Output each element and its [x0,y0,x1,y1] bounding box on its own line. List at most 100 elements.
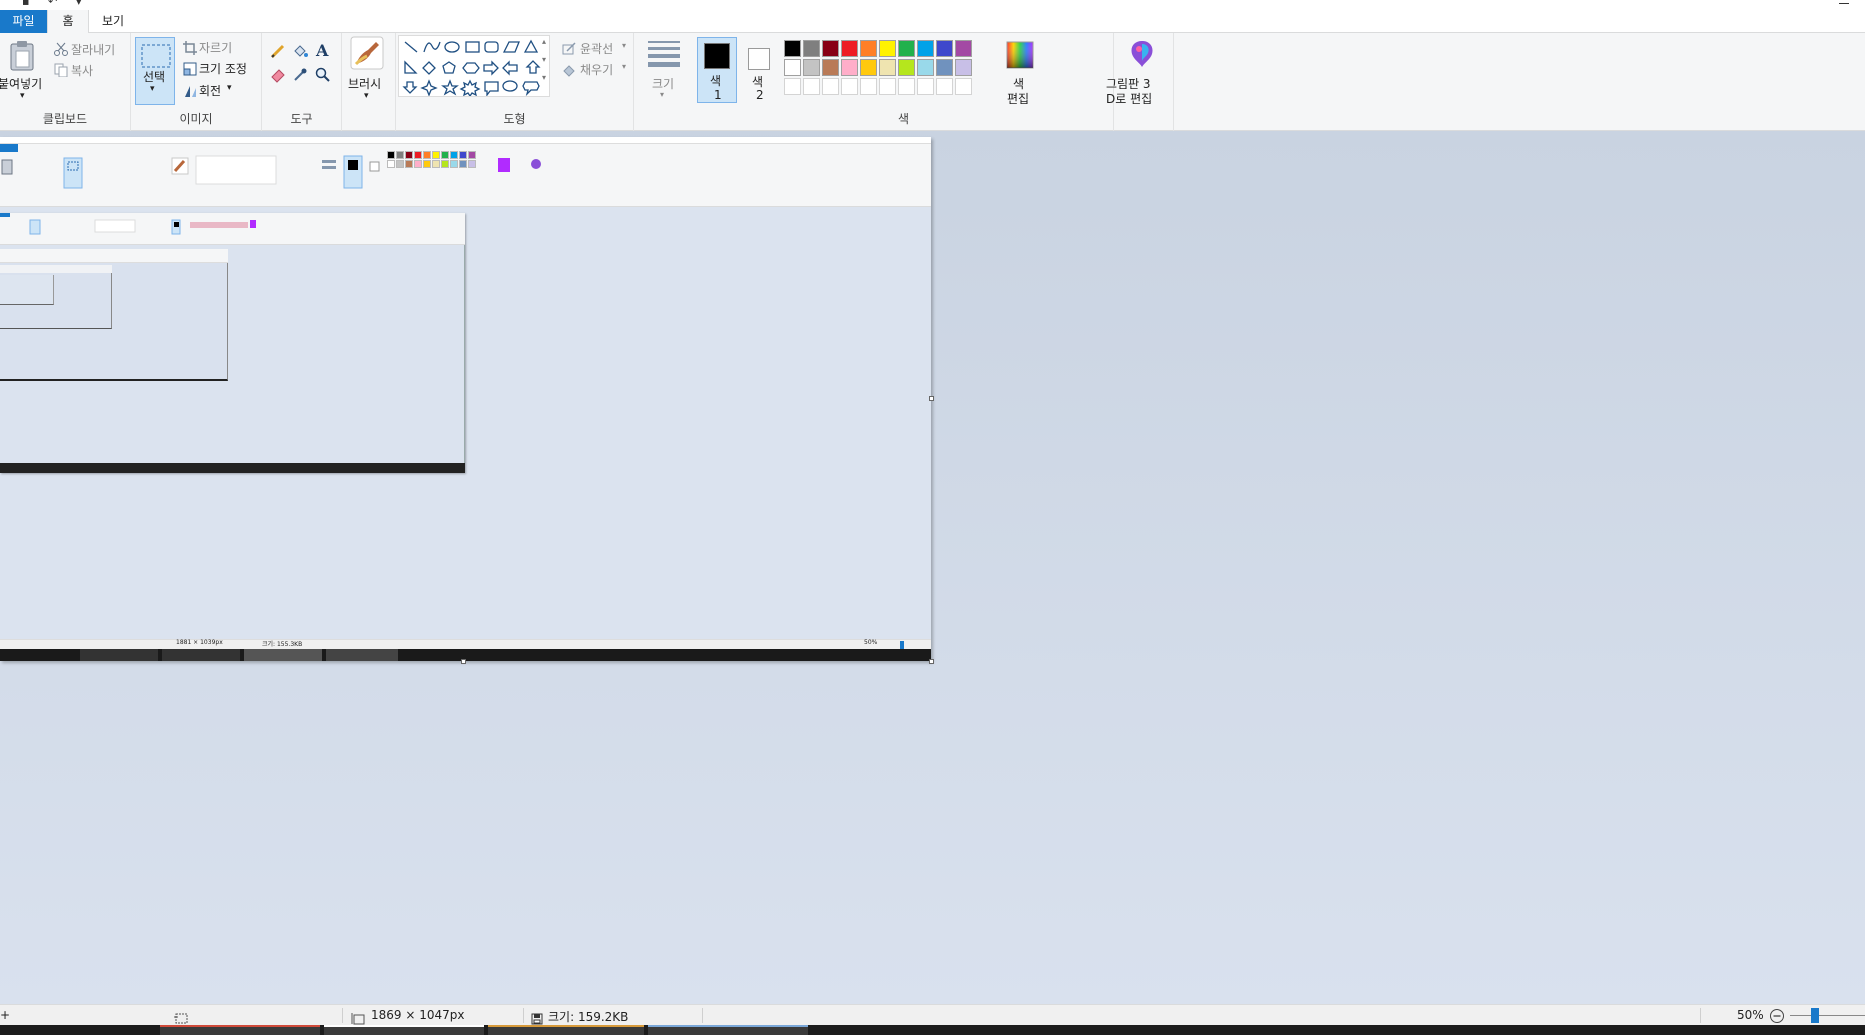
outline-dropdown-icon[interactable]: ▾ [622,41,626,50]
taskbar-item-2[interactable] [324,1025,484,1035]
copy-button[interactable]: 복사 [71,62,93,79]
palette-swatch[interactable] [879,59,896,76]
tab-file[interactable]: 파일 [0,10,47,33]
custom-color-slot[interactable] [879,78,896,95]
crop-button[interactable]: 자르기 [199,39,232,56]
shapes-gallery[interactable] [398,35,550,98]
custom-color-slot[interactable] [860,78,877,95]
paste-button[interactable]: 붙여넣기 [0,75,42,92]
palette-swatch[interactable] [822,59,839,76]
resize-handle-bottom[interactable] [461,659,466,664]
paint3d-line2[interactable]: D로 편집 [1106,90,1152,107]
select-button[interactable]: 선택 ▾ [135,37,175,105]
custom-color-slot[interactable] [784,78,801,95]
shapes-scroll-down-icon[interactable]: ▾ [542,55,546,64]
nested-ribbon-thumbnail [1,155,541,189]
shapes-scroll-up-icon[interactable]: ▴ [542,37,546,46]
resize-handle-right[interactable] [929,396,934,401]
canvas[interactable]: 1881 × 1039px 크기: 155.3KB 50% [0,137,931,661]
resize-handle-corner[interactable] [929,659,934,664]
custom-color-slot[interactable] [841,78,858,95]
fill-button[interactable]: 채우기 [580,61,613,78]
text-tool-icon[interactable]: A [316,41,328,60]
color-picker-icon[interactable] [292,67,308,87]
shapes-expand-icon[interactable]: ▾ [542,73,546,82]
paste-dropdown-icon[interactable]: ▾ [20,91,25,101]
custom-color-slot[interactable] [917,78,934,95]
taskbar-item-3[interactable] [488,1025,644,1035]
palette-swatch[interactable] [955,40,972,57]
palette-swatch[interactable] [822,40,839,57]
shapes-group-label: 도형 [503,112,526,126]
eraser-icon[interactable] [270,67,286,87]
nested-titlebar [0,137,931,144]
nested-palette-swatch [414,151,422,159]
nested-statusbar: 1881 × 1039px 크기: 155.3KB 50% [0,639,931,649]
save-icon[interactable]: ▪ [22,0,29,8]
select-dropdown-icon[interactable]: ▾ [150,84,155,94]
custom-color-slot[interactable] [822,78,839,95]
color2-button[interactable]: 색 2 [740,37,780,103]
brushes-icon[interactable] [350,36,384,74]
nested-status-size: 크기: 155.3KB [262,641,303,648]
palette-swatch[interactable] [917,40,934,57]
palette-swatch[interactable] [936,59,953,76]
palette-swatch[interactable] [841,40,858,57]
palette-swatch[interactable] [860,40,877,57]
custom-color-slot[interactable] [955,78,972,95]
palette-swatch[interactable] [879,40,896,57]
palette-swatch[interactable] [955,59,972,76]
paste-icon[interactable] [8,39,36,75]
palette-swatch[interactable] [784,59,801,76]
colors-group-label: 색 [897,112,910,126]
nested-palette-swatch [396,151,404,159]
size-dropdown-icon[interactable]: ▾ [660,90,664,99]
resize-button[interactable]: 크기 조정 [199,60,247,77]
copy-icon [54,62,68,81]
nested-ribbon [0,144,931,207]
palette-swatch[interactable] [803,40,820,57]
custom-color-slot[interactable] [803,78,820,95]
brushes-dropdown-icon[interactable]: ▾ [364,91,369,101]
brushes-group: 브러시 ▾ [342,33,396,131]
outline-button[interactable]: 윤곽선 [580,40,613,57]
paint3d-icon[interactable] [1128,39,1156,73]
color1-label-line1: 색 [710,74,722,88]
edit-colors-icon[interactable] [1006,41,1034,73]
palette-swatch[interactable] [803,59,820,76]
fill-dropdown-icon[interactable]: ▾ [622,62,626,71]
pencil-icon[interactable] [270,43,286,63]
brushes-button[interactable]: 브러시 [348,75,381,92]
taskbar-item-1[interactable] [160,1025,320,1035]
tab-view[interactable]: 보기 [96,10,130,33]
tab-home[interactable]: 홈 [47,10,89,34]
magnifier-icon[interactable] [315,67,331,87]
palette-swatch[interactable] [936,40,953,57]
resize-icon [183,61,197,80]
color1-button[interactable]: 색 1 [697,37,737,103]
nested-taskbar-2 [0,463,465,473]
palette-swatch[interactable] [898,59,915,76]
custom-color-slot[interactable] [936,78,953,95]
zoom-slider-track[interactable] [1790,1015,1865,1016]
minimize-icon[interactable] [1839,3,1849,4]
rotate-dropdown-icon[interactable]: ▾ [227,83,232,93]
cut-button[interactable]: 잘라내기 [71,41,115,58]
zoom-slider-thumb[interactable] [1811,1008,1819,1023]
undo-icon[interactable]: ↶ [48,0,57,8]
edit-colors-line2[interactable]: 편집 [1007,90,1029,107]
nested-palette-swatch [414,160,422,168]
taskbar-item-4[interactable] [648,1025,808,1035]
custom-color-slot[interactable] [898,78,915,95]
customize-quick-access-icon[interactable]: ▾ [76,0,82,8]
palette-swatch[interactable] [860,59,877,76]
fill-bucket-icon[interactable] [292,43,308,63]
palette-swatch[interactable] [898,40,915,57]
status-bar: + 1869 × 1047px 크기: 159.2KB 50% [0,1004,1865,1025]
palette-swatch[interactable] [917,59,934,76]
palette-swatch[interactable] [841,59,858,76]
color2-label-line2: 2 [756,88,764,102]
nested-status-zoom: 50% [864,639,878,646]
rotate-button[interactable]: 회전 [199,82,221,99]
palette-swatch[interactable] [784,40,801,57]
